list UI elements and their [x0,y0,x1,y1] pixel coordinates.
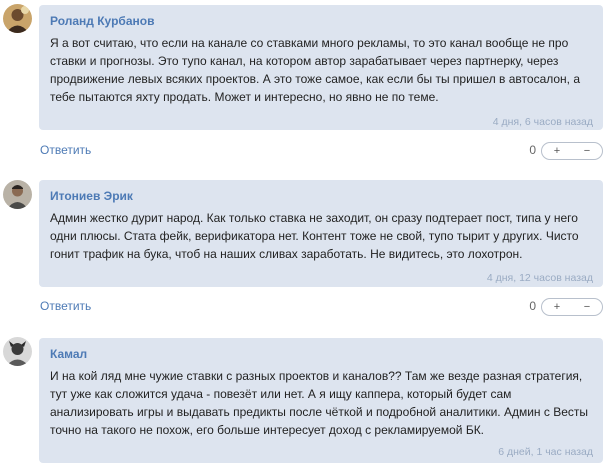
downvote-button[interactable]: − [572,299,602,315]
reply-link[interactable]: Ответить [40,299,91,313]
vote-control: + − [541,142,603,160]
avatar[interactable] [3,4,32,33]
comment-bubble: Итониев Эрик Админ жестко дурит народ. К… [39,180,603,287]
avatar[interactable] [3,337,32,366]
comment-author[interactable]: Камал [50,347,592,361]
vote-score: 0 [529,143,536,157]
downvote-button[interactable]: − [572,143,602,159]
upvote-button[interactable]: + [542,299,572,315]
comment-bubble: Роланд Курбанов Я а вот считаю, что если… [39,5,603,130]
comment-text: И на кой ляд мне чужие ставки с разных п… [50,369,589,437]
comment-text: Я а вот считаю, что если на канале со ст… [50,36,581,104]
comment-bubble: Камал И на кой ляд мне чужие ставки с ра… [39,338,603,463]
vote-control: + − [541,298,603,316]
comment-author[interactable]: Итониев Эрик [50,189,592,203]
avatar[interactable] [3,180,32,209]
comment-text: Админ жестко дурит народ. Как только ста… [50,211,579,261]
comment-actions: Ответить 0 + − [39,140,603,160]
comment-author[interactable]: Роланд Курбанов [50,14,592,28]
comment-timestamp: 6 дней, 1 час назад [498,446,593,458]
comment-timestamp: 4 дня, 6 часов назад [492,116,593,128]
upvote-button[interactable]: + [542,143,572,159]
reply-link[interactable]: Ответить [40,143,91,157]
comment-actions: Ответить 0 + − [39,296,603,316]
comment-timestamp: 4 дня, 12 часов назад [486,272,593,284]
vote-score: 0 [529,299,536,313]
